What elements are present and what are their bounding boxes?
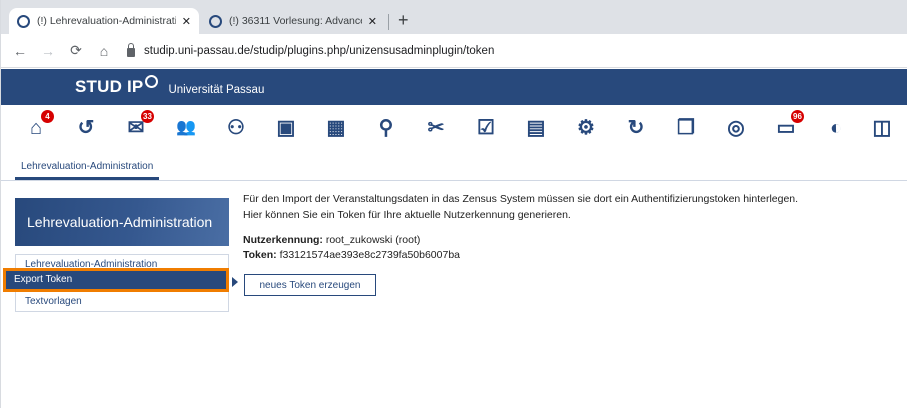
browser-tab-active[interactable]: (!) Lehrevaluation-Administratio ✕ [9, 8, 199, 34]
sidebar-item-export-token[interactable]: Export Token [3, 268, 229, 292]
studip-logo-icon[interactable]: ↺ [73, 115, 99, 141]
notification-badge: 96 [791, 110, 804, 123]
sidebar-item-textvorlagen[interactable]: Textvorlagen [25, 296, 82, 307]
layout-icon[interactable]: ◫ [869, 115, 895, 141]
browser-tab-title: (!) Lehrevaluation-Administratio [37, 15, 176, 27]
intro-text-line-2: Hier können Sie ein Token für Ihre aktue… [243, 209, 571, 221]
studip-favicon-icon [209, 14, 222, 28]
card-icon[interactable]: ▭ 96 [773, 110, 804, 141]
new-tab-button[interactable]: + [398, 11, 409, 29]
help-icon[interactable]: ◎ [723, 115, 749, 141]
forward-arrow-icon[interactable]: → [39, 43, 57, 59]
logo-text: STUD IP [75, 77, 144, 96]
user-label: Nutzerkennung: [243, 234, 323, 246]
user-value: root_zukowski (root) [325, 234, 421, 246]
settings-icon[interactable]: ⚙ [573, 115, 599, 141]
studip-logo[interactable]: STUD IP Universität Passau [75, 74, 265, 97]
back-arrow-icon[interactable]: ← [11, 43, 29, 59]
message-badge: 33 [141, 110, 154, 123]
sidebar-title: Lehrevaluation-Administration [15, 198, 229, 246]
browser-tab[interactable]: (!) 36311 Vorlesung: Advanced M ✕ [201, 8, 385, 34]
active-item-arrow-icon [232, 277, 238, 287]
token-label: Token: [243, 249, 277, 261]
logo-ring-icon [145, 74, 159, 88]
search-icon[interactable]: ⚲ [373, 115, 399, 141]
token-info: Token: f33121574ae393e8c2739fa50b6007ba [243, 249, 460, 261]
intro-text-line-1: Für den Import der Veranstaltungsdaten i… [243, 193, 799, 205]
groups-icon[interactable]: ⚇ [223, 115, 249, 141]
university-name: Universität Passau [168, 84, 265, 96]
browser-tab-title: (!) 36311 Vorlesung: Advanced M [229, 15, 362, 27]
profile-icon[interactable]: ▣ [273, 115, 299, 141]
url-text: studip.uni-passau.de/studip/plugins.php/… [144, 44, 495, 57]
studip-favicon-icon [17, 14, 30, 28]
browser-tab-strip: (!) Lehrevaluation-Administratio ✕ (!) 3… [1, 0, 907, 34]
generate-token-button[interactable]: neues Token erzeugen [244, 274, 376, 296]
files-icon[interactable]: ❐ [673, 115, 699, 141]
browser-toolbar: ← → ⟳ ⌂ studip.uni-passau.de/studip/plug… [1, 34, 907, 68]
studip-icon-2[interactable]: ↻ [623, 115, 649, 141]
reload-icon[interactable]: ⟳ [67, 42, 85, 59]
address-bar[interactable]: studip.uni-passau.de/studip/plugins.php/… [127, 42, 495, 57]
calendar-icon[interactable]: ▦ [323, 115, 349, 141]
admin-icon[interactable]: ▤ [523, 115, 549, 141]
home-icon[interactable]: ⌂ [95, 43, 113, 59]
home-icon[interactable]: ⌂ 4 [23, 110, 54, 141]
close-icon[interactable]: ✕ [182, 15, 191, 28]
lock-icon [127, 42, 135, 57]
page: (!) Lehrevaluation-Administratio ✕ (!) 3… [0, 0, 907, 408]
tab-separator [388, 14, 389, 30]
main-navigation: ⌂ 4 ↺ ✉ 33 👥 ⚇ ▣ ▦ ⚲ ✂ ☑ ▤ ⚙ ↻ ❐ ◎ ▭ 96 … [1, 105, 907, 155]
tab-lehrevaluation-administration[interactable]: Lehrevaluation-Administration [15, 161, 160, 180]
page-tabs: Lehrevaluation-Administration [1, 157, 907, 181]
evaluation-icon[interactable]: ☑ [473, 115, 499, 141]
timer-icon[interactable]: ◐ [823, 115, 849, 141]
user-info: Nutzerkennung: root_zukowski (root) [243, 234, 420, 246]
mail-icon[interactable]: ✉ 33 [123, 110, 154, 141]
tools-icon[interactable]: ✂ [423, 115, 449, 141]
notification-badge: 4 [41, 110, 54, 123]
sidebar-item-label: Export Token [6, 271, 226, 289]
studip-header: STUD IP Universität Passau [1, 69, 907, 105]
token-value: f33121574ae393e8c2739fa50b6007ba [279, 249, 460, 261]
community-icon[interactable]: 👥 [173, 115, 199, 141]
close-icon[interactable]: ✕ [368, 15, 377, 28]
